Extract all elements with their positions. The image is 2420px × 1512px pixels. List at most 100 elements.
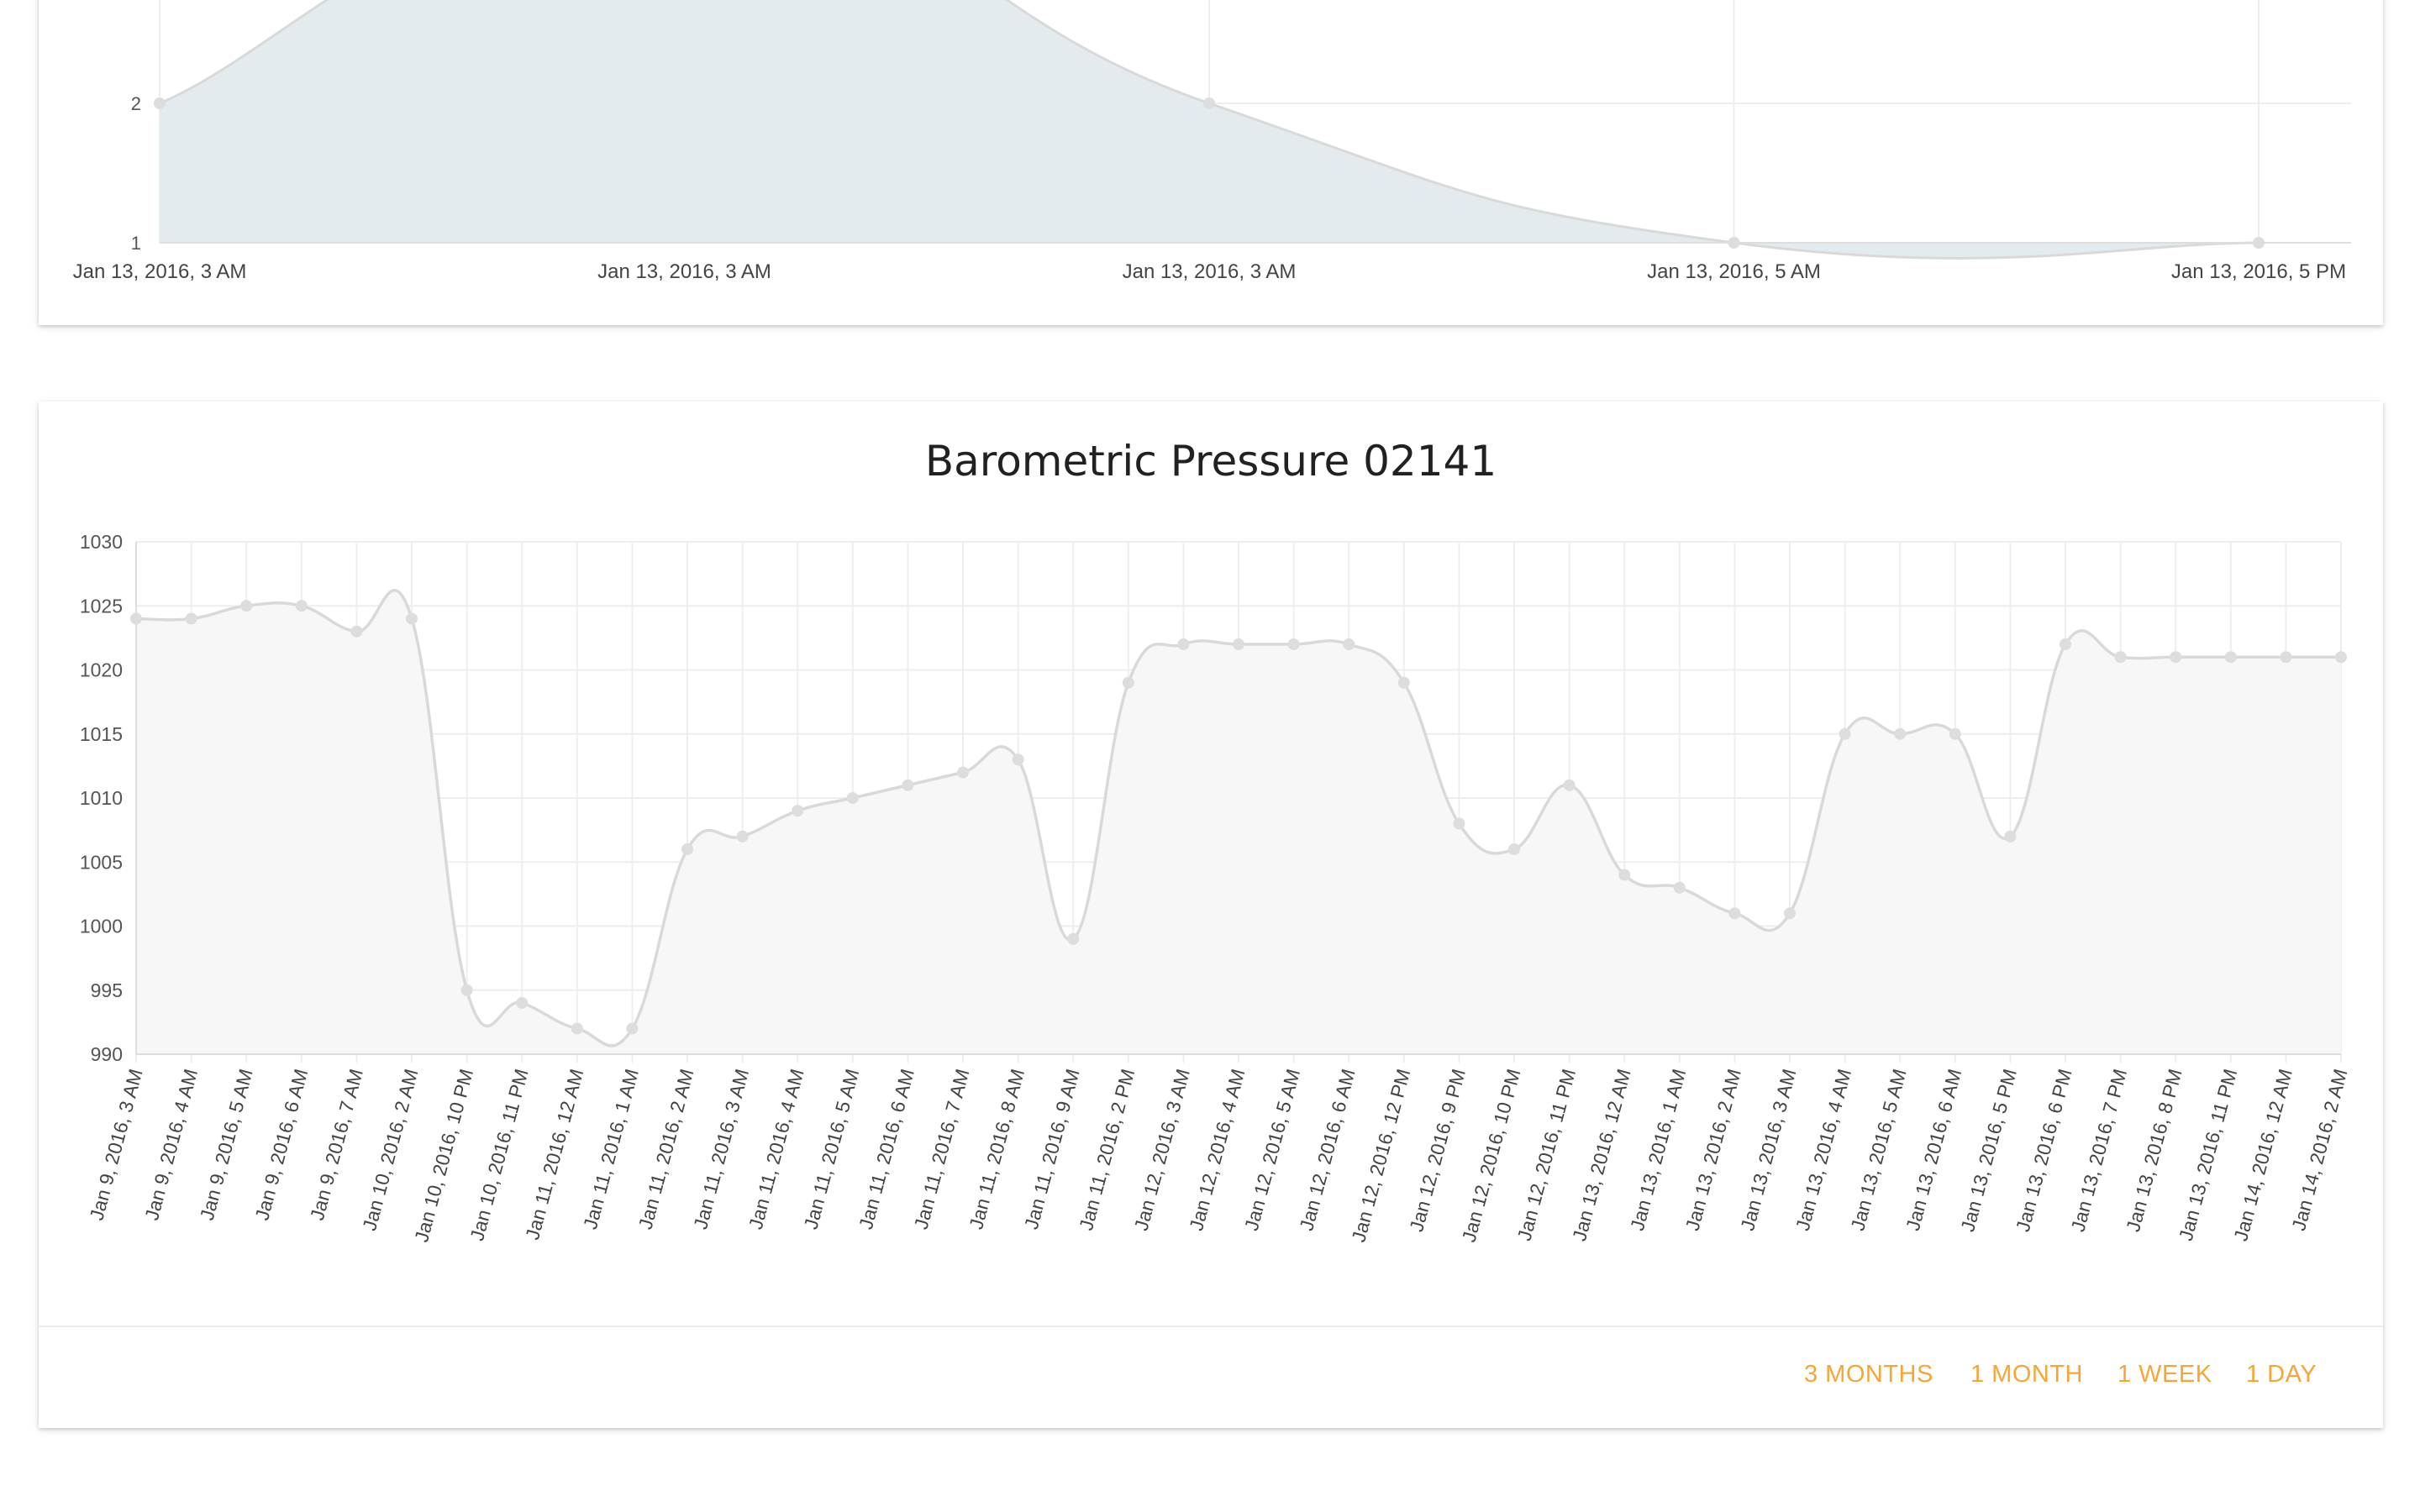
x-tick-label: Jan 13, 2016, 5 PM [1956, 1067, 2021, 1234]
data-point [406, 612, 418, 625]
x-tick-label: Jan 13, 2016, 1 AM [1626, 1067, 1690, 1233]
data-point [460, 984, 473, 996]
data-point [295, 600, 308, 612]
data-point [130, 612, 142, 625]
x-tick-label: Jan 9, 2016, 4 AM [140, 1067, 202, 1223]
data-point [1728, 237, 1740, 249]
x-tick-label: Jan 10, 2016, 11 PM [466, 1067, 533, 1243]
data-point [1233, 638, 1244, 650]
x-tick-label: Jan 13, 2016, 8 PM [2122, 1067, 2186, 1234]
data-point [2060, 638, 2071, 650]
x-tick-label: Jan 9, 2016, 6 AM [250, 1067, 312, 1223]
data-point [2253, 237, 2265, 249]
data-point [1728, 907, 1741, 920]
x-tick-label: Jan 12, 2016, 4 AM [1185, 1067, 1249, 1233]
top-area-chart: 2 1 Jan 13, 2016, 3 AM Jan 13, 2016, 3 AM Ja… [73, 0, 2351, 283]
x-tick-label: Jan 13, 2016, 5 AM [1647, 260, 1821, 283]
barometric-pressure-card: Barometric Pressure 02141 1030 1025 1020 10… [39, 402, 2383, 1428]
y-tick-label: 2 [131, 93, 141, 114]
x-tick-label: Jan 11, 2016, 9 AM [1020, 1067, 1084, 1232]
data-point [2280, 651, 2292, 664]
data-point [1949, 727, 1961, 740]
x-tick-label: Jan 10, 2016, 2 AM [358, 1067, 422, 1233]
y-tick-label: 990 [91, 1043, 123, 1065]
x-tick-label: Jan 10, 2016, 10 PM [410, 1067, 477, 1245]
data-point [2114, 651, 2127, 664]
data-point [957, 766, 969, 779]
x-tick-label: Jan 11, 2016, 3 AM [689, 1067, 753, 1232]
x-tick-label: Jan 12, 2016, 11 PM [1513, 1067, 1581, 1243]
y-tick-label: 1000 [80, 916, 123, 937]
data-point [681, 843, 693, 855]
y-tick-label: 1 [131, 233, 141, 254]
x-tick-label: Jan 13, 2016, 6 AM [1902, 1067, 1965, 1233]
data-point [2004, 830, 2017, 843]
range-1-week-button[interactable]: 1 WEEK [2118, 1361, 2212, 1389]
data-point [1453, 817, 1465, 830]
x-tick-label: Jan 13, 2016, 3 AM [1123, 260, 1297, 283]
x-tick-label: Jan 9, 2016, 5 AM [196, 1067, 257, 1223]
x-tick-label: Jan 13, 2016, 12 AM [1568, 1067, 1635, 1244]
y-tick-label: 1005 [80, 851, 123, 873]
data-point [350, 625, 363, 638]
x-tick-label: Jan 13, 2016, 3 AM [597, 260, 771, 283]
x-tick-label: Jan 11, 2016, 2 AM [634, 1067, 698, 1232]
data-point [1673, 881, 1686, 894]
x-tick-label: Jan 12, 2016, 9 PM [1405, 1067, 1470, 1234]
data-point [736, 830, 749, 843]
x-tick-label: Jan 11, 2016, 12 AM [521, 1067, 587, 1242]
top-chart-card: 2 1 Jan 13, 2016, 3 AM Jan 13, 2016, 3 AM Ja… [39, 0, 2383, 325]
x-tick-label: Jan 13, 2016, 5 PM [2171, 260, 2346, 283]
range-1-day-button[interactable]: 1 DAY [2246, 1361, 2317, 1389]
x-tick-label: Jan 14, 2016, 12 AM [2229, 1067, 2296, 1244]
data-point [792, 805, 804, 817]
data-point [1177, 638, 1190, 650]
data-point [240, 600, 253, 612]
data-point [571, 1022, 583, 1035]
x-tick-label: Jan 13, 2016, 2 AM [1681, 1067, 1745, 1233]
x-tick-label: Jan 11, 2016, 6 AM [855, 1067, 918, 1232]
x-tick-label: Jan 13, 2016, 4 AM [1791, 1067, 1855, 1233]
x-tick-label: Jan 13, 2016, 5 AM [1846, 1067, 1910, 1233]
y-tick-label: 1015 [80, 723, 123, 745]
y-tick-label: 1025 [80, 595, 123, 617]
x-tick-label: Jan 11, 2016, 8 AM [965, 1067, 1028, 1232]
y-tick-label: 1010 [80, 787, 123, 809]
range-actions: 3 MONTHS 1 MONTH 1 WEEK 1 DAY [39, 1326, 2383, 1430]
data-point [1122, 676, 1134, 689]
data-point [1784, 907, 1796, 920]
data-point [2170, 651, 2182, 664]
data-point [516, 997, 529, 1009]
x-tick-label: Jan 13, 2016, 7 PM [2066, 1067, 2131, 1234]
data-point [626, 1022, 639, 1035]
pressure-area-chart: 1030102510201015101010051000995990Jan 9,… [80, 531, 2352, 1245]
data-point [2335, 651, 2347, 664]
x-tick-label: Jan 11, 2016, 1 AM [579, 1067, 643, 1232]
x-tick-label: Jan 14, 2016, 2 AM [2287, 1067, 2351, 1233]
data-point [2224, 651, 2237, 664]
y-tick-label: 995 [91, 979, 123, 1001]
x-tick-label: Jan 12, 2016, 5 AM [1240, 1067, 1304, 1233]
x-tick-label: Jan 11, 2016, 7 AM [910, 1067, 974, 1232]
data-point [1894, 727, 1907, 740]
data-point [1012, 753, 1024, 766]
data-point [154, 97, 166, 109]
data-point [1287, 638, 1300, 650]
data-point [1343, 638, 1355, 650]
data-point [185, 612, 197, 625]
range-1-month-button[interactable]: 1 MONTH [1970, 1361, 2083, 1389]
data-point [1508, 843, 1520, 855]
x-tick-label: Jan 12, 2016, 12 PM [1347, 1067, 1414, 1245]
data-point [902, 779, 914, 791]
data-point [1203, 97, 1215, 109]
data-point [1839, 727, 1851, 740]
x-tick-label: Jan 13, 2016, 11 PM [2175, 1067, 2242, 1243]
range-3-months-button[interactable]: 3 MONTHS [1804, 1361, 1933, 1389]
y-tick-label: 1030 [80, 531, 123, 553]
data-point [1067, 932, 1080, 945]
x-tick-label: Jan 11, 2016, 5 AM [799, 1067, 863, 1232]
x-tick-label: Jan 9, 2016, 3 AM [86, 1067, 147, 1223]
x-tick-label: Jan 13, 2016, 6 PM [2012, 1067, 2076, 1234]
x-tick-label: Jan 11, 2016, 4 AM [744, 1067, 808, 1232]
data-point [846, 792, 859, 804]
